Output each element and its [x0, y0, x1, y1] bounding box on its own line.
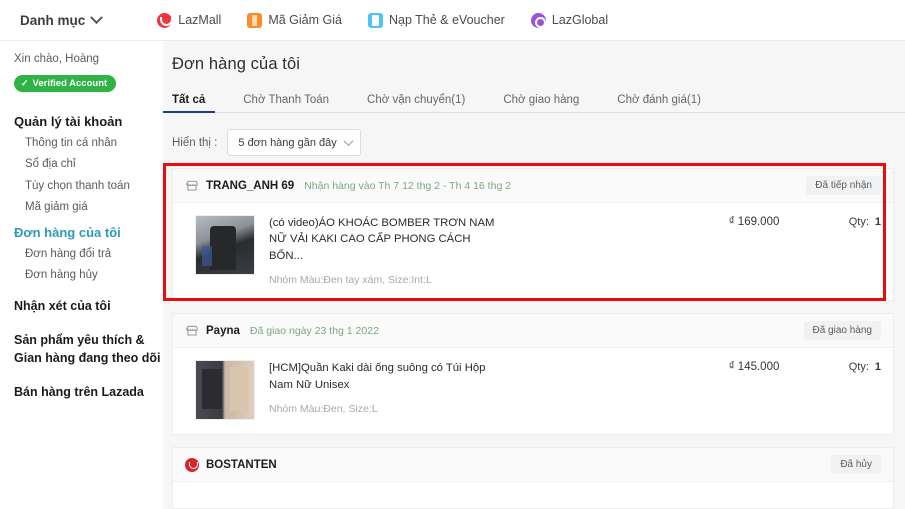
brand-logo-icon — [185, 458, 199, 472]
main-content: Đơn hàng của tôi Tất cả Chờ Thanh Toán C… — [163, 41, 905, 509]
order-card-header: BOSTANTEN Đã hủy — [173, 448, 893, 482]
account-sidebar: Xin chào, Hoàng ✓ Verified Account Quản … — [0, 41, 163, 509]
order-card[interactable]: TRANG_ANH 69 Nhận hàng vào Th 7 12 thg 2… — [172, 168, 894, 301]
nav-link-lazmall-label: LazMall — [178, 13, 221, 27]
product-variant: Nhóm Màu:Đen tay xám, Size:Int:L — [269, 274, 729, 286]
product-title[interactable]: (có video)ÁO KHOÁC BOMBER TRƠN NAM NỮ VẢ… — [269, 215, 501, 264]
category-menu-button[interactable]: Danh mục — [20, 13, 101, 28]
lazmall-icon — [157, 13, 172, 28]
tab-pending-review[interactable]: Chờ đánh giá(1) — [617, 94, 701, 112]
product-info: (có video)ÁO KHOÁC BOMBER TRƠN NAM NỮ VẢ… — [255, 215, 729, 286]
category-menu-label: Danh mục — [20, 13, 85, 28]
filter-label: Hiển thị : — [172, 137, 217, 149]
sidebar-item-wishlist-followed-stores[interactable]: Sản phẩm yêu thích & Gian hàng đang theo… — [14, 332, 163, 368]
status-badge: Đã giao hàng — [804, 321, 882, 340]
sidebar-item-payment-options[interactable]: Tùy chọn thanh toán — [25, 179, 163, 193]
nav-link-topup[interactable]: Nạp Thẻ & eVoucher — [368, 13, 505, 28]
nav-link-voucher-label: Mã Giảm Giá — [268, 13, 342, 27]
status-badge-verified: ✓ Verified Account — [14, 75, 116, 92]
delivery-note: Nhận hàng vào Th 7 12 thg 2 - Th 4 16 th… — [304, 180, 511, 192]
product-price: ₫ 145.000 — [729, 360, 849, 420]
tab-all[interactable]: Tất cả — [172, 94, 205, 112]
product-thumbnail[interactable] — [195, 360, 255, 420]
top-navigation-bar: Danh mục LazMall Mã Giảm Giá Nạp Thẻ & e… — [0, 0, 905, 41]
sidebar-item-return-orders[interactable]: Đơn hàng đổi trả — [25, 247, 163, 261]
orders-list: TRANG_ANH 69 Nhận hàng vào Th 7 12 thg 2… — [172, 168, 894, 509]
nav-link-lazglobal-label: LazGlobal — [552, 13, 608, 27]
order-status-tabs: Tất cả Chờ Thanh Toán Chờ vận chuyển(1) … — [172, 88, 905, 113]
quantity-label: Qty: — [849, 361, 869, 373]
global-icon — [531, 13, 546, 28]
order-card[interactable]: BOSTANTEN Đã hủy — [172, 447, 894, 509]
page-title: Đơn hàng của tôi — [163, 41, 905, 74]
nav-link-topup-label: Nạp Thẻ & eVoucher — [389, 13, 505, 27]
quantity-value: 1 — [875, 361, 881, 373]
quantity-value: 1 — [875, 216, 881, 228]
order-card-header: Payna Đã giao ngày 23 thg 1 2022 Đã giao… — [173, 314, 893, 348]
store-icon — [185, 324, 199, 338]
order-range-select[interactable]: 5 đơn hàng gần đây — [227, 129, 361, 156]
voucher-icon — [247, 13, 262, 28]
sidebar-item-personal-info[interactable]: Thông tin cá nhân — [25, 136, 163, 150]
lazada-orders-page: Danh mục LazMall Mã Giảm Giá Nạp Thẻ & e… — [0, 0, 905, 509]
nav-link-lazmall[interactable]: LazMall — [157, 13, 221, 28]
nav-link-voucher[interactable]: Mã Giảm Giá — [247, 13, 342, 28]
sidebar-section-account: Quản lý tài khoản — [14, 114, 163, 129]
sidebar-section-my-orders[interactable]: Đơn hàng của tôi — [14, 225, 163, 240]
filter-bar: Hiển thị : 5 đơn hàng gần đây — [172, 129, 905, 156]
delivery-note: Đã giao ngày 23 thg 1 2022 — [250, 325, 379, 337]
greeting-text: Xin chào, Hoàng — [14, 53, 163, 65]
product-info: [HCM]Quần Kaki dài ống suông có Túi Hộp … — [255, 360, 729, 420]
product-quantity: Qty: 1 — [849, 215, 881, 286]
tab-pending-payment[interactable]: Chờ Thanh Toán — [243, 94, 329, 112]
product-quantity: Qty: 1 — [849, 360, 881, 420]
product-thumbnail[interactable] — [195, 215, 255, 275]
status-badge: Đã tiếp nhận — [806, 176, 881, 195]
sidebar-item-address-book[interactable]: Sổ địa chỉ — [25, 157, 163, 171]
status-badge: Đã hủy — [831, 455, 881, 474]
shop-name[interactable]: TRANG_ANH 69 — [206, 180, 294, 192]
tab-pending-shipment[interactable]: Chờ vận chuyển(1) — [367, 94, 465, 112]
product-title[interactable]: [HCM]Quần Kaki dài ống suông có Túi Hộp … — [269, 360, 501, 393]
topup-icon — [368, 13, 383, 28]
order-item-row — [173, 482, 893, 508]
quantity-label: Qty: — [849, 216, 869, 228]
sidebar-item-my-reviews[interactable]: Nhận xét của tôi — [14, 298, 163, 316]
shop-name[interactable]: Payna — [206, 325, 240, 337]
order-item-row: (có video)ÁO KHOÁC BOMBER TRƠN NAM NỮ VẢ… — [173, 203, 893, 300]
order-item-row: [HCM]Quần Kaki dài ống suông có Túi Hộp … — [173, 348, 893, 434]
store-icon — [185, 179, 199, 193]
sidebar-item-vouchers[interactable]: Mã giảm giá — [25, 200, 163, 214]
chevron-down-icon — [90, 11, 103, 24]
order-card[interactable]: Payna Đã giao ngày 23 thg 1 2022 Đã giao… — [172, 313, 894, 435]
sidebar-item-cancelled-orders[interactable]: Đơn hàng hủy — [25, 268, 163, 282]
order-range-selected-value: 5 đơn hàng gần đây — [238, 137, 336, 149]
order-card-header: TRANG_ANH 69 Nhận hàng vào Th 7 12 thg 2… — [173, 169, 893, 203]
sidebar-item-sell-on-lazada[interactable]: Bán hàng trên Lazada — [14, 384, 163, 402]
chevron-down-icon — [344, 136, 354, 146]
verified-badge-label: Verified Account — [33, 78, 108, 89]
product-price: ₫ 169.000 — [729, 215, 849, 286]
shop-name[interactable]: BOSTANTEN — [206, 459, 277, 471]
product-variant: Nhóm Màu:Đen, Size:L — [269, 403, 729, 415]
check-icon: ✓ — [21, 78, 29, 89]
tab-pending-delivery[interactable]: Chờ giao hàng — [503, 94, 579, 112]
top-nav-links: LazMall Mã Giảm Giá Nạp Thẻ & eVoucher L… — [157, 13, 608, 28]
nav-link-lazglobal[interactable]: LazGlobal — [531, 13, 608, 28]
